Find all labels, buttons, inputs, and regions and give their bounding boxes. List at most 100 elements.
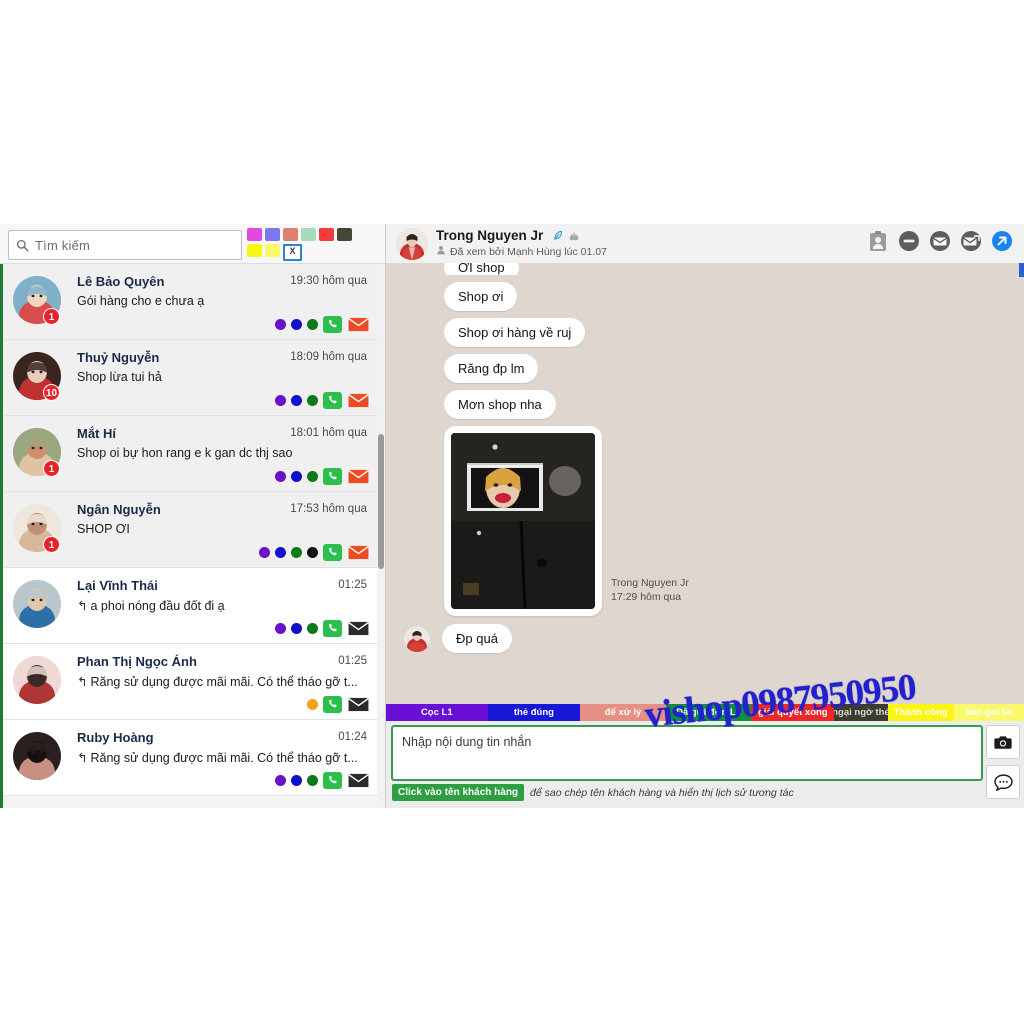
conversation-name[interactable]: Ruby Hoàng bbox=[77, 730, 154, 745]
chat-scrollbar-track[interactable] bbox=[1019, 263, 1024, 704]
conversation-row[interactable]: 1 Lê Bảo Quyên 19:30 hôm qua Gói hàng cho e… bbox=[3, 264, 377, 340]
color-swatch-5[interactable] bbox=[319, 228, 334, 241]
status-dot-2[interactable] bbox=[291, 395, 302, 406]
tag-button[interactable]: giải quyết xong bbox=[751, 704, 835, 721]
conversation-name[interactable]: Lại Vĩnh Thái bbox=[77, 578, 158, 593]
message-bubble[interactable]: Shop ơi hàng về ruj bbox=[444, 318, 586, 347]
message-photo[interactable] bbox=[451, 433, 595, 609]
status-dot-2[interactable] bbox=[291, 319, 302, 330]
conversation-row[interactable]: 1 Mắt Hí 18:01 hôm qua Shop oi bự hon rang … bbox=[3, 416, 377, 492]
envelope-circle-icon[interactable] bbox=[928, 229, 952, 253]
mail-icon[interactable] bbox=[347, 393, 369, 409]
avatar[interactable] bbox=[13, 732, 61, 780]
tag-button[interactable]: thẻ đúng bbox=[487, 704, 581, 721]
phone-icon[interactable] bbox=[323, 316, 342, 333]
message-bubble[interactable]: Mơn shop nha bbox=[444, 390, 556, 419]
status-dot-2[interactable] bbox=[291, 471, 302, 482]
sidebar-scrollbar-track[interactable] bbox=[377, 264, 385, 808]
color-swatch-2[interactable] bbox=[265, 228, 280, 241]
send-arrow-icon[interactable] bbox=[990, 229, 1014, 253]
message-bubble[interactable]: Răng đp lm bbox=[444, 354, 539, 383]
envelope-arrow-circle-icon[interactable] bbox=[959, 229, 983, 253]
phone-icon[interactable] bbox=[323, 392, 342, 409]
status-dot-1[interactable] bbox=[275, 395, 286, 406]
status-dot-1[interactable] bbox=[307, 699, 318, 710]
color-swatch-6[interactable] bbox=[337, 228, 352, 241]
contact-card-icon[interactable] bbox=[866, 229, 890, 253]
status-dot-2[interactable] bbox=[291, 775, 302, 786]
tag-button[interactable]: ngại ngờ thẻ bbox=[834, 704, 888, 721]
status-dot-2[interactable] bbox=[275, 547, 286, 558]
conversation-name[interactable]: Thuỷ Nguyễn bbox=[77, 350, 159, 365]
tag-button[interactable]: Thành công bbox=[887, 704, 954, 721]
status-dot-1[interactable] bbox=[275, 775, 286, 786]
message-avatar[interactable] bbox=[404, 625, 430, 652]
image-message-bubble[interactable] bbox=[444, 426, 602, 616]
mail-icon[interactable] bbox=[347, 317, 369, 333]
avatar[interactable] bbox=[13, 656, 61, 704]
tag-button[interactable]: ban goi lai bbox=[953, 704, 1024, 721]
conversation-actions bbox=[275, 620, 369, 637]
phone-icon[interactable] bbox=[323, 696, 342, 713]
color-swatch-8[interactable] bbox=[265, 244, 280, 257]
conversation-row[interactable]: Phan Thị Ngọc Ánh 01:25 ↰ Răng sử dụng được… bbox=[3, 644, 377, 720]
clear-filter-button[interactable]: X bbox=[283, 244, 302, 261]
status-dot-4[interactable] bbox=[307, 547, 318, 558]
minus-circle-icon[interactable] bbox=[897, 229, 921, 253]
conversation-name[interactable]: Lê Bảo Quyên bbox=[77, 274, 164, 289]
conversation-name[interactable]: Phan Thị Ngọc Ánh bbox=[77, 654, 197, 669]
sidebar-scrollbar-thumb[interactable] bbox=[378, 434, 384, 569]
message-input[interactable]: Nhập nội dung tin nhắn bbox=[391, 725, 983, 781]
color-swatch-1[interactable] bbox=[247, 228, 262, 241]
tag-button[interactable]: Đã gửi đơn L1 bbox=[665, 704, 752, 721]
status-dot-3[interactable] bbox=[307, 623, 318, 634]
conversation-row[interactable]: 10 Thuỷ Nguyễn 18:09 hôm qua Shop lừa tui h… bbox=[3, 340, 377, 416]
conversation-name[interactable]: Mắt Hí bbox=[77, 426, 116, 441]
color-swatch-4[interactable] bbox=[301, 228, 316, 241]
phone-icon[interactable] bbox=[323, 772, 342, 789]
phone-icon[interactable] bbox=[323, 468, 342, 485]
status-dot-3[interactable] bbox=[307, 471, 318, 482]
mail-icon[interactable] bbox=[347, 773, 369, 789]
conversation-row[interactable]: Ruby Hoàng 01:24 ↰ Răng sử dụng được mãi mã… bbox=[3, 720, 377, 796]
message-time: 17:29 hôm qua bbox=[611, 591, 682, 604]
status-dot-3[interactable] bbox=[307, 395, 318, 406]
unread-badge: 10 bbox=[43, 384, 61, 401]
phone-icon[interactable] bbox=[323, 620, 342, 637]
mail-icon[interactable] bbox=[347, 697, 369, 713]
status-dot-2[interactable] bbox=[291, 623, 302, 634]
status-dot-3[interactable] bbox=[307, 319, 318, 330]
chat-scrollbar-thumb[interactable] bbox=[1019, 263, 1024, 277]
status-dot-1[interactable] bbox=[259, 547, 270, 558]
status-dot-1[interactable] bbox=[275, 319, 286, 330]
camera-icon[interactable] bbox=[986, 725, 1020, 759]
status-dot-1[interactable] bbox=[275, 471, 286, 482]
avatar[interactable] bbox=[13, 580, 61, 628]
message-bubble[interactable]: Đp quá bbox=[442, 624, 512, 653]
tag-button[interactable]: để xử lý bbox=[580, 704, 666, 721]
message-row: Shop ơi hàng về ruj bbox=[386, 318, 1024, 347]
chat-contact-name[interactable]: Trong Nguyen Jr bbox=[436, 228, 543, 243]
phone-icon[interactable] bbox=[323, 544, 342, 561]
conversation-name[interactable]: Ngân Nguyễn bbox=[77, 502, 161, 517]
mail-icon[interactable] bbox=[347, 545, 369, 561]
color-swatch-7[interactable] bbox=[247, 244, 262, 257]
status-dot-3[interactable] bbox=[307, 775, 318, 786]
tag-button[interactable]: Cọc L1 bbox=[386, 704, 488, 721]
conversation-row[interactable]: Lại Vĩnh Thái 01:25 ↰ a phoi nóng đầu đốt đ… bbox=[3, 568, 377, 644]
status-dot-3[interactable] bbox=[291, 547, 302, 558]
search-input[interactable]: Tìm kiếm bbox=[8, 230, 242, 260]
mail-icon[interactable] bbox=[347, 469, 369, 485]
color-swatch-3[interactable] bbox=[283, 228, 298, 241]
chat-bubble-icon[interactable] bbox=[986, 765, 1020, 799]
status-dot-1[interactable] bbox=[275, 623, 286, 634]
chat-header-avatar[interactable] bbox=[396, 228, 428, 260]
mail-icon[interactable] bbox=[347, 621, 369, 637]
conversation-row[interactable]: 1 Ngân Nguyễn 17:53 hôm qua SHOP ƠI bbox=[3, 492, 377, 568]
conversation-preview: Gói hàng cho e chưa ạ bbox=[77, 294, 205, 308]
message-bubble[interactable]: ƠI shop bbox=[444, 263, 519, 275]
message-row-image: Trong Nguyen Jr 17:29 hôm qua bbox=[386, 426, 1024, 616]
message-bubble[interactable]: Shop ơi bbox=[444, 282, 518, 311]
copy-customer-name-button[interactable]: Click vào tên khách hàng bbox=[392, 784, 525, 801]
conversation-list[interactable]: 1 Lê Bảo Quyên 19:30 hôm qua Gói hàng cho e… bbox=[3, 264, 377, 808]
